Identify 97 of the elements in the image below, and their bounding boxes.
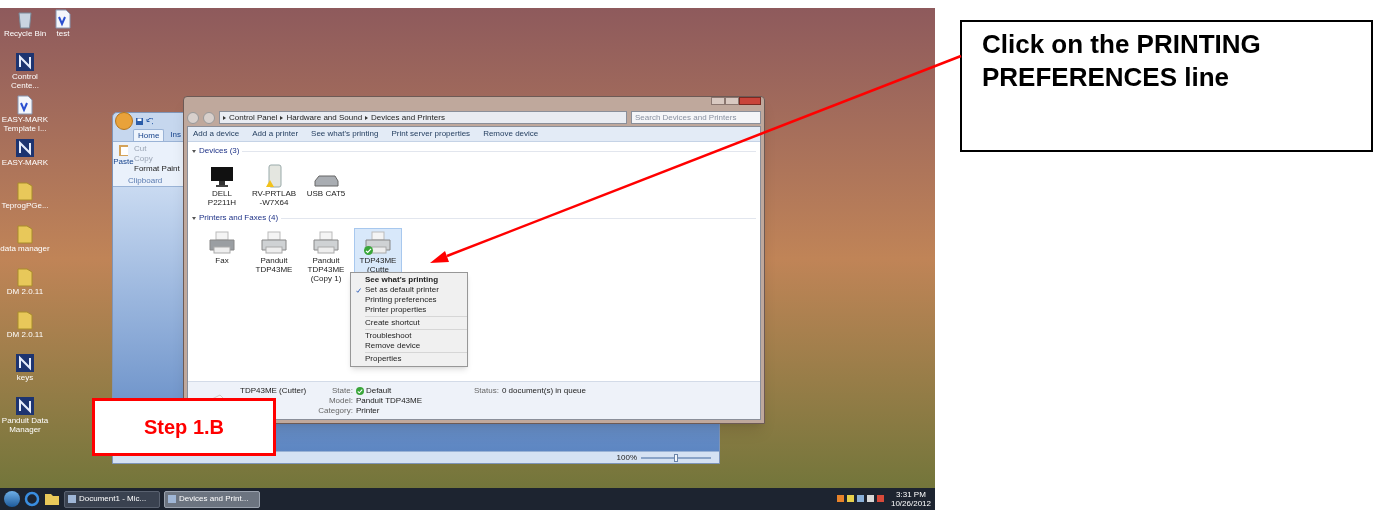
desktop-icon[interactable]: EASY-MARK Template l... [0, 95, 50, 137]
detail-value: Panduit TDP43ME [355, 396, 423, 406]
folder-icon [16, 224, 34, 244]
detail-value: 0 document(s) in queue [501, 386, 586, 397]
save-icon[interactable] [136, 117, 143, 125]
zoom-level: 100% [616, 451, 637, 464]
breadcrumb-item[interactable]: Control Panel [229, 111, 278, 124]
zoom-slider-thumb[interactable] [674, 453, 678, 462]
recycle-bin-icon [16, 9, 34, 29]
device-item[interactable]: DELL P2211H [198, 161, 246, 210]
taskbar-button[interactable]: Document1 - Mic... [64, 490, 160, 508]
device-label: USB CAT5 [306, 189, 346, 198]
ribbon-tab[interactable]: Ins [166, 129, 185, 141]
taskbar-button[interactable]: Devices and Print... [164, 490, 260, 508]
device-item[interactable]: Fax [198, 228, 246, 286]
detail-label: Status: [474, 386, 499, 397]
toolbar-command[interactable]: Print server properties [391, 128, 471, 140]
printer-icon [312, 231, 340, 255]
window-icon [68, 495, 76, 503]
device-label: Panduit TDP43ME [254, 256, 294, 274]
detail-value: Default [355, 386, 423, 396]
device-item[interactable]: Panduit TDP43ME (Copy 1) [302, 228, 350, 286]
device-item[interactable]: USB CAT5 [302, 161, 350, 210]
desktop-icon[interactable]: Recycle Bin [0, 9, 50, 51]
chevron-icon [365, 115, 369, 120]
fax-icon [208, 231, 236, 255]
device-item[interactable]: RV-PRTLAB -W7X64 [250, 161, 298, 210]
breadcrumb-item[interactable]: Devices and Printers [371, 111, 445, 124]
minimize-button[interactable] [711, 97, 725, 105]
chevron-icon [223, 115, 226, 120]
device-item[interactable]: Panduit TDP43ME [250, 228, 298, 286]
app-icon [15, 138, 35, 158]
start-button[interactable] [4, 491, 20, 507]
menu-item[interactable]: Remove device [351, 341, 467, 351]
device-label: Panduit TDP43ME (Copy 1) [306, 256, 346, 283]
ribbon-command[interactable]: Format Paint [134, 164, 180, 174]
collapse-icon[interactable] [192, 216, 196, 220]
detail-value: Printer [355, 406, 381, 416]
printer-icon [364, 231, 392, 255]
device-label: RV-PRTLAB -W7X64 [251, 189, 297, 207]
device-label: DELL P2211H [206, 189, 238, 207]
check-badge-icon [355, 387, 364, 395]
breadcrumb-item[interactable]: Hardware and Sound [286, 111, 363, 124]
step-label: Step 1.B [92, 398, 276, 456]
search-field[interactable]: Search Devices and Printers [631, 111, 761, 124]
detail-label: Category: [318, 406, 353, 416]
printer-icon [260, 231, 288, 255]
maximize-button[interactable] [725, 97, 739, 105]
desktop-icon[interactable]: keys [0, 353, 50, 395]
window-icon [168, 495, 176, 503]
folder-icon [16, 181, 34, 201]
document-icon [55, 9, 71, 29]
desktop-icon[interactable]: test [48, 9, 78, 51]
folder-icon[interactable] [44, 491, 60, 507]
toolbar-command[interactable]: Remove device [483, 128, 539, 140]
group-heading: Devices (3) [199, 145, 240, 157]
folder-icon [16, 267, 34, 287]
menu-item[interactable]: Create shortcut [351, 318, 467, 328]
app-icon [15, 353, 35, 373]
desktop-icon[interactable]: Control Cente... [0, 52, 50, 94]
undo-icon[interactable] [146, 117, 153, 125]
browser-icon[interactable] [24, 491, 40, 507]
menu-item[interactable]: Troubleshoot [351, 331, 467, 341]
check-badge-icon [364, 246, 373, 255]
group-heading: Printers and Faxes (4) [199, 212, 279, 224]
group-label: Clipboard [128, 176, 163, 185]
desktop-icon[interactable]: Panduit Data Manager [0, 396, 50, 438]
address-bar[interactable]: Control Panel Hardware and Sound Devices and Printers [219, 111, 627, 124]
app-icon [15, 52, 35, 72]
desktop-icon[interactable]: TeprogPGe... [0, 181, 50, 223]
app-icon [15, 396, 35, 416]
document-icon [17, 95, 33, 115]
device-label: Fax [215, 256, 229, 265]
folder-icon [16, 310, 34, 330]
clock[interactable]: 3:31 PM 10/26/2012 [890, 490, 931, 508]
check-icon [355, 287, 361, 293]
chevron-icon [280, 115, 284, 120]
menu-item[interactable]: Printing preferences [351, 295, 467, 305]
menu-item[interactable]: Properties [351, 354, 467, 364]
clipboard-icon [118, 144, 129, 156]
detail-label: Model: [327, 396, 353, 406]
toolbar-command[interactable]: Add a device [193, 128, 240, 140]
collapse-icon[interactable] [192, 149, 196, 153]
toolbar-command[interactable]: See what's printing [311, 128, 379, 140]
paste-button[interactable]: Paste [114, 144, 133, 174]
desktop-icon[interactable]: EASY-MARK [0, 138, 50, 180]
computer-tower-icon [265, 164, 283, 188]
desktop-icon[interactable]: DM 2.0.11 [0, 310, 50, 352]
detail-label: State: [331, 386, 353, 396]
ribbon-tab[interactable]: Home [133, 129, 165, 141]
callout-text: Click on the PRINTING PREFERENCES line [982, 28, 1262, 94]
menu-item[interactable]: Printer properties [351, 305, 467, 315]
toolbar-command[interactable]: Add a printer [252, 128, 299, 140]
device-name: TDP43ME (Cutter) [240, 386, 307, 396]
tray-icons[interactable] [836, 495, 887, 503]
monitor-icon [210, 166, 234, 188]
menu-item[interactable]: Set as default printer [351, 285, 467, 295]
